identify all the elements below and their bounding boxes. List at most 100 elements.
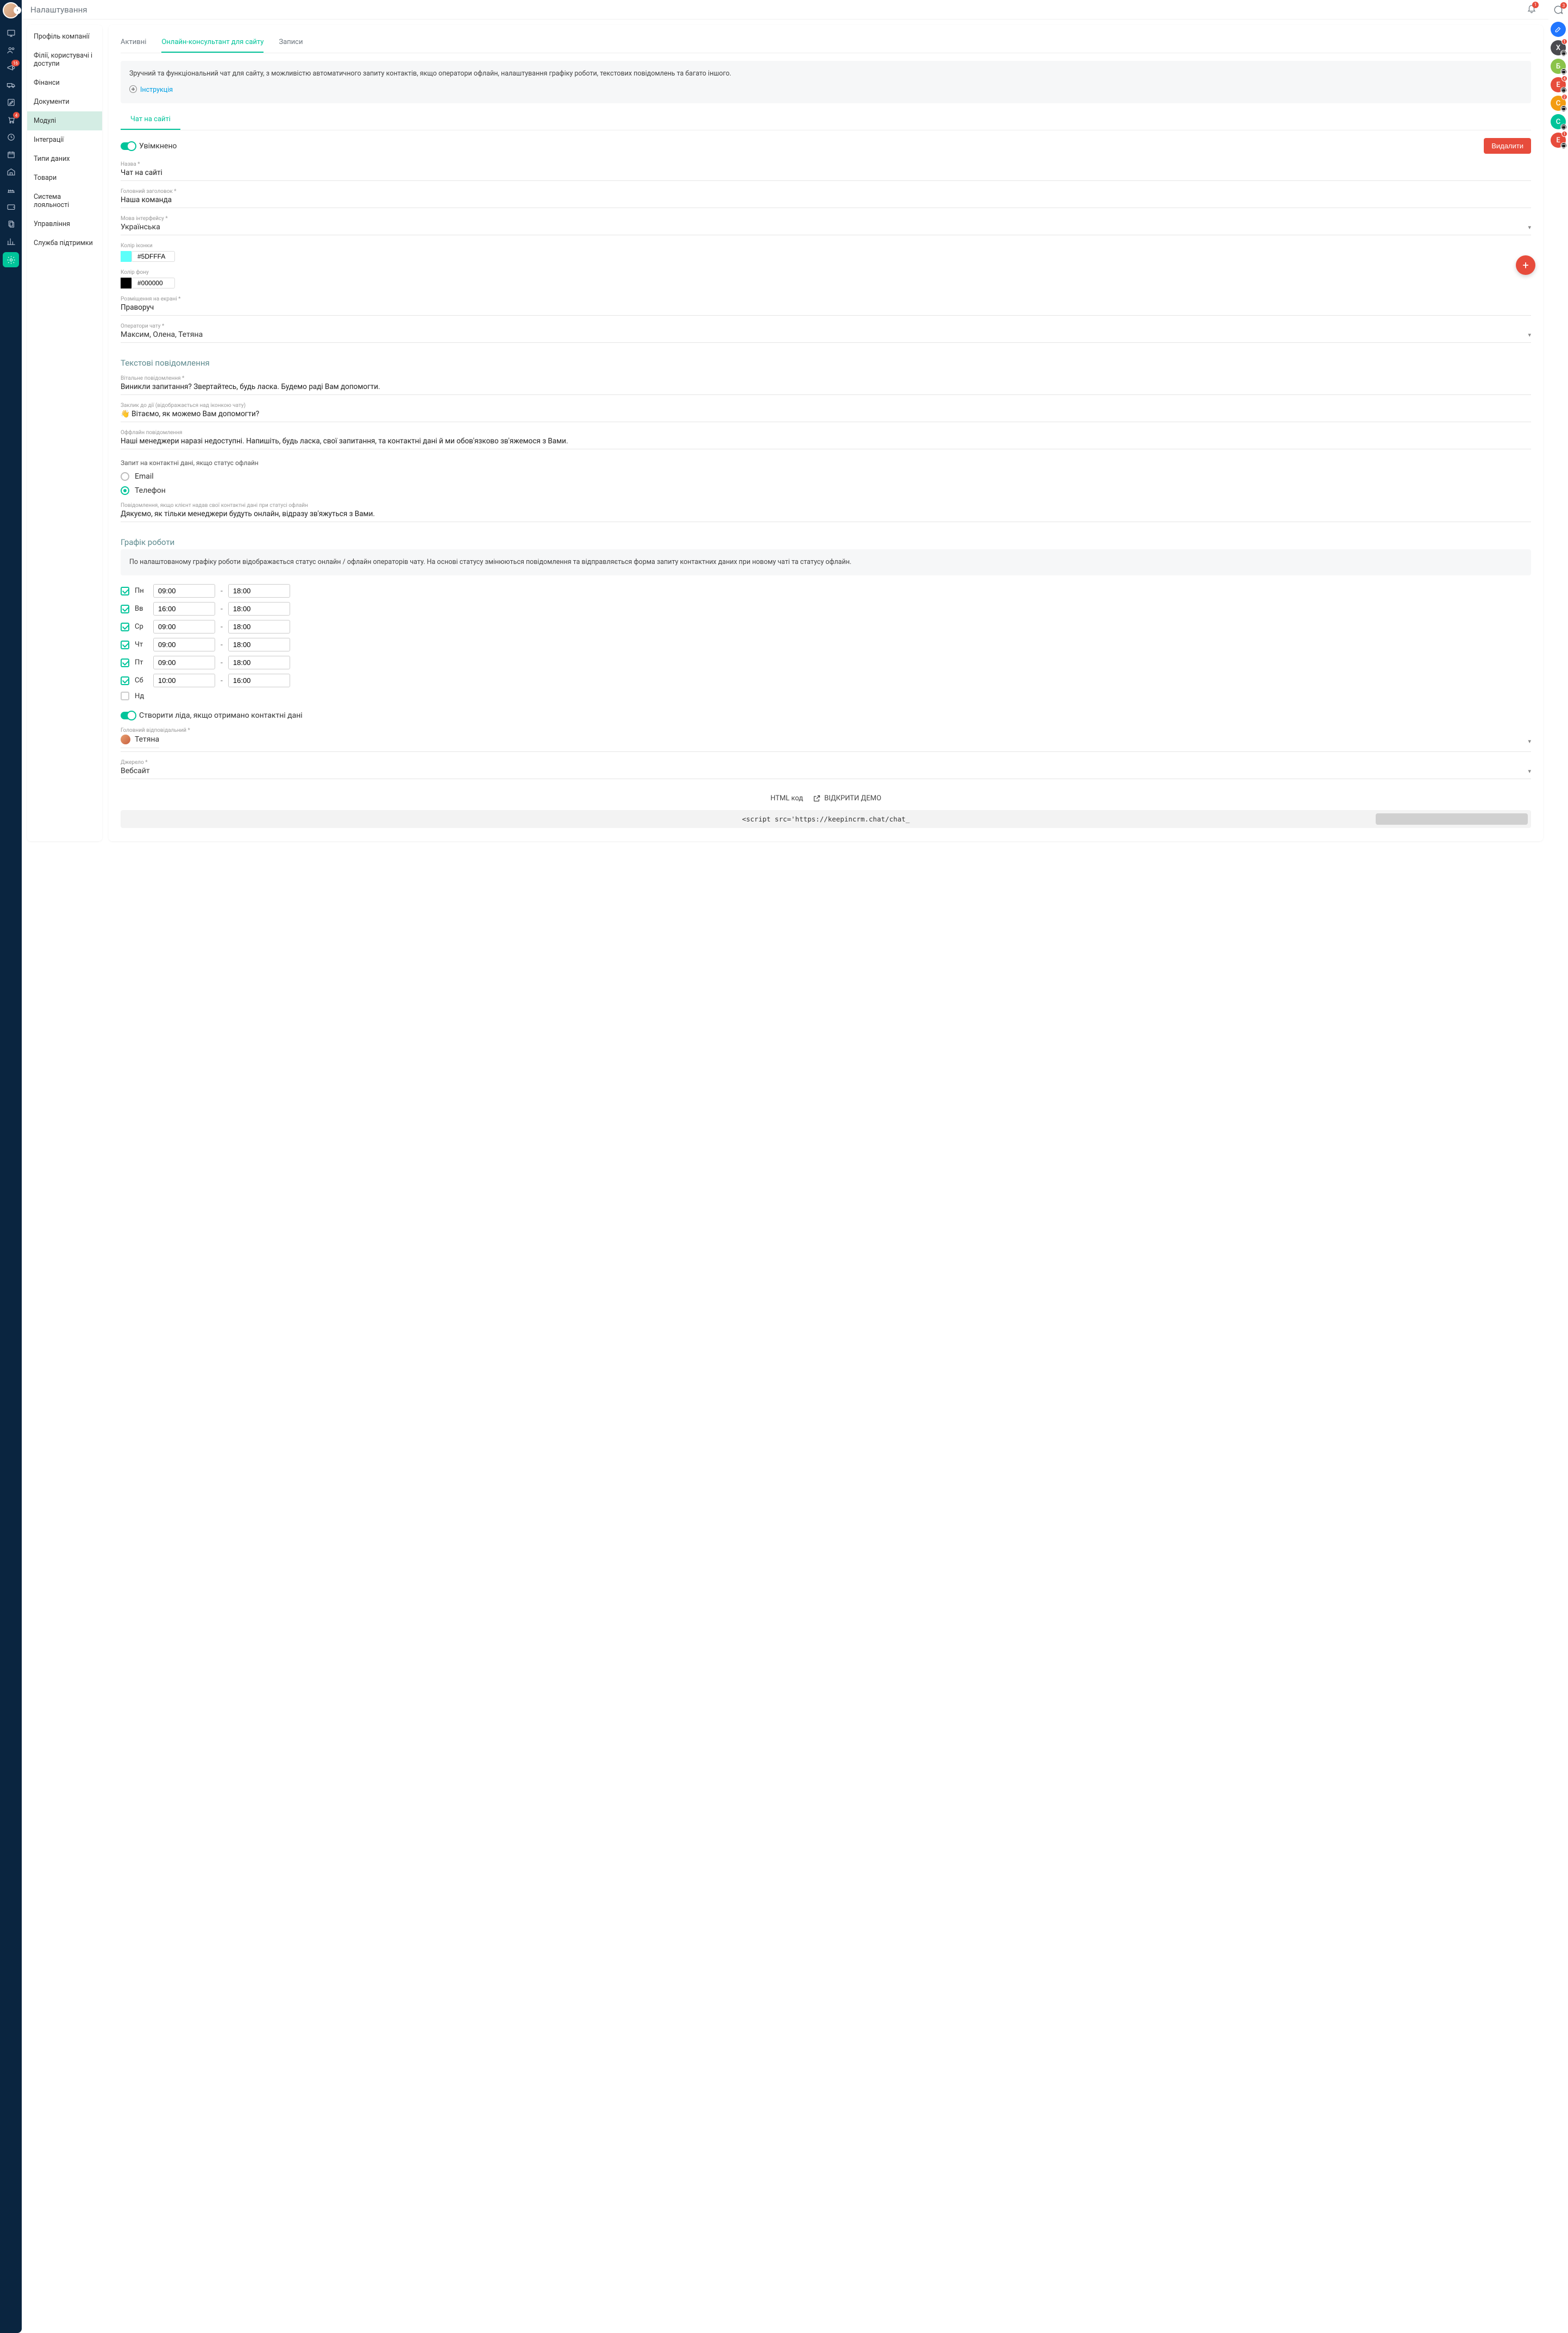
- tab[interactable]: Записи: [279, 33, 303, 53]
- mini-chat-icon: [1560, 50, 1567, 57]
- calendar-icon[interactable]: [0, 147, 22, 162]
- mini-chat-icon: [1560, 124, 1567, 130]
- time-from-input[interactable]: [153, 584, 215, 598]
- chat-icon[interactable]: 3: [1553, 4, 1564, 17]
- sidebar-item[interactable]: Типи даних: [27, 149, 102, 168]
- day-checkbox[interactable]: [121, 623, 129, 631]
- day-checkbox[interactable]: [121, 692, 129, 700]
- badge: 1: [1532, 2, 1539, 8]
- cta-label: Заклик до дії (відображається над іконко…: [121, 403, 1531, 409]
- create-lead-toggle[interactable]: [121, 712, 135, 719]
- factory-icon[interactable]: [0, 181, 22, 197]
- icon-color-input[interactable]: [131, 251, 175, 262]
- offline-input[interactable]: Наші менеджери наразі недоступні. Напиші…: [121, 437, 1531, 449]
- instruction-link[interactable]: Інструкція: [140, 86, 173, 94]
- dashboard-icon[interactable]: [0, 25, 22, 40]
- sidebar-item[interactable]: Модулі: [27, 111, 102, 130]
- bg-color-swatch[interactable]: [121, 278, 131, 289]
- sidebar-item[interactable]: Служба підтримки: [27, 234, 102, 253]
- welcome-input[interactable]: Виникли запитання? Звертайтесь, будь лас…: [121, 382, 1531, 395]
- operators-select[interactable]: Максим, Олена, Тетяна ▾: [121, 330, 1531, 343]
- radio-email[interactable]: Email: [121, 472, 1531, 481]
- chat-bubble[interactable]: Е1: [1551, 133, 1566, 148]
- fab-add-button[interactable]: +: [1516, 255, 1535, 275]
- day-checkbox[interactable]: [121, 658, 129, 667]
- script-code[interactable]: <script src='https://keepincrm.chat/chat…: [121, 810, 1531, 828]
- sidebar-item[interactable]: Фінанси: [27, 73, 102, 92]
- settings-icon[interactable]: [3, 252, 19, 267]
- enabled-toggle[interactable]: [121, 142, 135, 150]
- edit-icon[interactable]: [0, 95, 22, 110]
- day-checkbox[interactable]: [121, 641, 129, 649]
- time-from-input[interactable]: [153, 656, 215, 669]
- time-to-input[interactable]: [228, 638, 290, 651]
- bg-color-input[interactable]: [131, 278, 175, 289]
- icon-color-swatch[interactable]: [121, 251, 131, 262]
- operators-value: Максим, Олена, Тетяна: [121, 330, 203, 339]
- heading-input[interactable]: Наша команда: [121, 196, 1531, 208]
- time-from-input[interactable]: [153, 674, 215, 687]
- time-from-input[interactable]: [153, 638, 215, 651]
- badge: 2: [1561, 94, 1567, 100]
- responsible-select[interactable]: Тетяна ▾: [121, 735, 1531, 752]
- cta-input[interactable]: 👋 Вітаємо, як можемо Вам допомогти?: [121, 410, 1531, 422]
- badge: 1: [1561, 39, 1567, 45]
- sidebar-item[interactable]: Інтеграції: [27, 130, 102, 149]
- time-to-input[interactable]: [228, 674, 290, 687]
- time-from-input[interactable]: [153, 620, 215, 634]
- day-checkbox[interactable]: [121, 605, 129, 613]
- chat-bubble[interactable]: С2: [1551, 96, 1566, 111]
- time-separator: -: [221, 587, 223, 595]
- files-icon[interactable]: [0, 216, 22, 231]
- time-to-input[interactable]: [228, 656, 290, 669]
- delete-button[interactable]: Видалити: [1484, 138, 1531, 154]
- time-from-input[interactable]: [153, 602, 215, 616]
- chat-bubble[interactable]: Б: [1551, 59, 1566, 74]
- tab[interactable]: Онлайн-консультант для сайту: [161, 33, 264, 53]
- delivery-icon[interactable]: [0, 77, 22, 92]
- chat-bubble[interactable]: С: [1551, 114, 1566, 129]
- tab[interactable]: Активні: [121, 33, 146, 53]
- html-code-button[interactable]: HTML код: [770, 794, 803, 802]
- sidebar-item[interactable]: Управління: [27, 215, 102, 234]
- analytics-icon[interactable]: [0, 234, 22, 249]
- day-checkbox[interactable]: [121, 587, 129, 595]
- source-select[interactable]: Вебсайт ▾: [121, 767, 1531, 779]
- open-demo-button[interactable]: ВІДКРИТИ ДЕМО: [813, 794, 881, 802]
- day-checkbox[interactable]: [121, 676, 129, 685]
- sidebar-item[interactable]: Документи: [27, 92, 102, 111]
- sidebar-item[interactable]: Філії, користувачі і доступи: [27, 46, 102, 73]
- chat-bubble[interactable]: Х1: [1551, 40, 1566, 55]
- campaign-icon[interactable]: 16: [0, 60, 22, 75]
- history-icon[interactable]: [0, 129, 22, 145]
- time-to-input[interactable]: [228, 620, 290, 634]
- badge: 3: [1560, 2, 1567, 9]
- sidebar-item[interactable]: Профіль компанії: [27, 27, 102, 46]
- time-separator: -: [221, 605, 223, 613]
- settings-sidebar: Профіль компаніїФілії, користувачі і дос…: [27, 25, 102, 841]
- schedule-row: Чт -: [121, 638, 1531, 651]
- warehouse-icon[interactable]: [0, 164, 22, 179]
- lang-value: Українська: [121, 223, 160, 231]
- lang-select[interactable]: Українська ▾: [121, 223, 1531, 235]
- users-icon[interactable]: [0, 42, 22, 58]
- radio-phone[interactable]: Телефон: [121, 486, 1531, 495]
- chevron-right-icon[interactable]: ›: [14, 7, 21, 14]
- thank-input[interactable]: Дякуємо, як тільки менеджери будуть онла…: [121, 510, 1531, 522]
- bell-icon[interactable]: 1: [1527, 4, 1536, 16]
- name-input[interactable]: Чат на сайті: [121, 168, 1531, 181]
- info-box: Зручний та функціональний чат для сайту,…: [121, 61, 1531, 103]
- time-to-input[interactable]: [228, 584, 290, 598]
- placement-input[interactable]: Праворуч: [121, 303, 1531, 316]
- open-demo-label: ВІДКРИТИ ДЕМО: [824, 794, 881, 802]
- sidebar-item[interactable]: Система лояльності: [27, 187, 102, 215]
- time-to-input[interactable]: [228, 602, 290, 616]
- sidebar-item[interactable]: Товари: [27, 168, 102, 187]
- user-avatar[interactable]: ›: [3, 2, 19, 18]
- mini-chat-icon: [1560, 105, 1567, 112]
- sub-tab-chat[interactable]: Чат на сайті: [121, 110, 180, 130]
- chat-bubble[interactable]: Е4: [1551, 77, 1566, 92]
- chat-bubble[interactable]: [1551, 22, 1566, 37]
- cart-icon[interactable]: 4: [0, 112, 22, 127]
- wallet-icon[interactable]: [0, 199, 22, 214]
